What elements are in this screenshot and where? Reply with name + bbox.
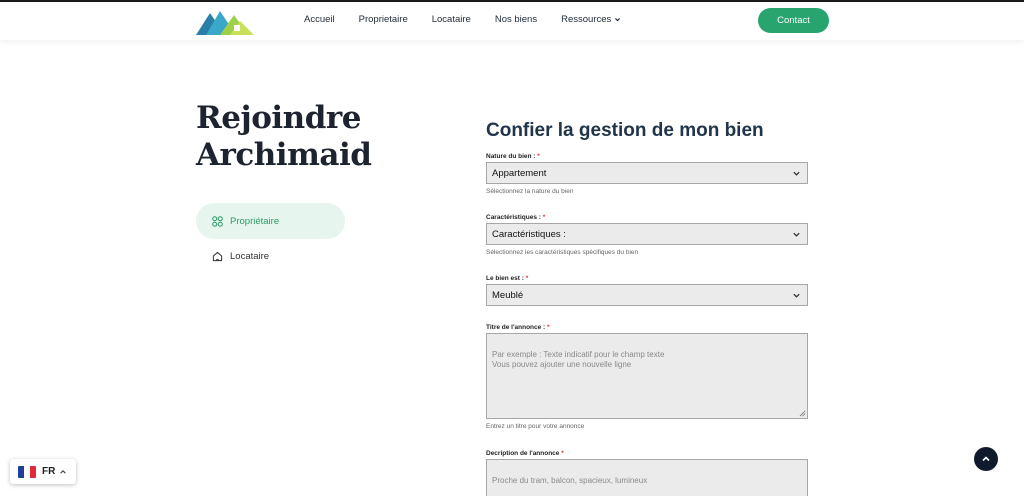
titre-label-text: Titre de l'annonce : [486, 324, 546, 331]
language-code: FR [42, 466, 56, 477]
titre-placeholder: Par exemple : Texte indicatif pour le ch… [492, 349, 665, 370]
caracteristiques-select-value: Caractéristiques : [492, 228, 566, 240]
chevron-down-icon [793, 232, 800, 237]
nav-ressources[interactable]: Ressources [561, 14, 621, 25]
home-icon [212, 251, 223, 261]
nav-ressources-label: Ressources [561, 14, 612, 25]
nature-label-text: Nature du bien : [486, 153, 536, 160]
nav-proprietaire[interactable]: Proprietaire [359, 14, 408, 25]
description-label-text: Decription de l'annonce [486, 450, 560, 457]
description-textarea[interactable]: Proche du tram, balcon, spacieux, lumine… [486, 459, 808, 496]
required-mark: * [547, 324, 550, 331]
titre-label: Titre de l'annonce : * [486, 324, 550, 331]
sidebar-item-label: Locataire [230, 250, 270, 262]
nav-nos-biens[interactable]: Nos biens [495, 14, 537, 25]
nature-select[interactable]: Appartement [486, 162, 808, 184]
titre-help: Entrez un titre pour votre annonce [486, 423, 585, 430]
etat-select-value: Meublé [492, 289, 524, 301]
chevron-down-icon [793, 171, 800, 176]
nature-label: Nature du bien : * [486, 153, 540, 160]
nature-help: Sélectionnez la nature du bien [486, 188, 574, 195]
chevron-up-icon [60, 469, 67, 474]
required-mark: * [561, 450, 564, 457]
required-mark: * [525, 275, 529, 282]
caracteristiques-label: Caractéristiques : * [486, 214, 545, 221]
caracteristiques-help: Sélectionnez les caractéristiques spécif… [486, 249, 639, 256]
scroll-to-top-button[interactable] [974, 447, 998, 471]
site-header: Accueil Proprietaire Locataire Nos biens… [0, 2, 1024, 40]
grid-circles-icon [212, 215, 223, 227]
sidebar-item-label: Propriétaire [230, 215, 280, 227]
chevron-down-icon [793, 293, 800, 298]
titre-textarea[interactable]: Par exemple : Texte indicatif pour le ch… [486, 333, 808, 419]
caracteristiques-label-text: Caractéristiques : [486, 214, 541, 221]
nature-select-value: Appartement [492, 167, 547, 179]
description-placeholder: Proche du tram, balcon, spacieux, lumine… [492, 475, 648, 485]
required-mark: * [537, 153, 540, 160]
france-flag-icon [18, 465, 36, 478]
nav-locataire[interactable]: Locataire [432, 14, 471, 25]
form-title: Confier la gestion de mon bien [486, 120, 764, 141]
required-mark: * [542, 214, 546, 221]
nav-accueil[interactable]: Accueil [304, 14, 335, 25]
description-label: Decription de l'annonce * [486, 450, 564, 457]
language-switcher[interactable]: FR [10, 459, 76, 484]
page-title-line2: Archimaid [196, 137, 372, 173]
etat-select[interactable]: Meublé [486, 284, 808, 306]
chevron-up-icon [982, 456, 990, 462]
etat-label: Le bien est : * [486, 275, 528, 282]
page-title-line1: Rejoindre [196, 100, 361, 136]
page-title: Rejoindre Archimaid [196, 100, 372, 174]
sidebar-item-locataire[interactable]: Locataire [196, 238, 345, 274]
contact-button[interactable]: Contact [758, 8, 829, 33]
etat-label-text: Le bien est : [486, 275, 524, 282]
main-nav: Accueil Proprietaire Locataire Nos biens… [304, 14, 621, 25]
sidebar-item-proprietaire[interactable]: Propriétaire [196, 203, 345, 239]
house-logo-icon[interactable] [196, 7, 256, 35]
chevron-down-icon [615, 18, 621, 22]
caracteristiques-select[interactable]: Caractéristiques : [486, 223, 808, 245]
resize-handle-icon[interactable] [799, 410, 806, 417]
